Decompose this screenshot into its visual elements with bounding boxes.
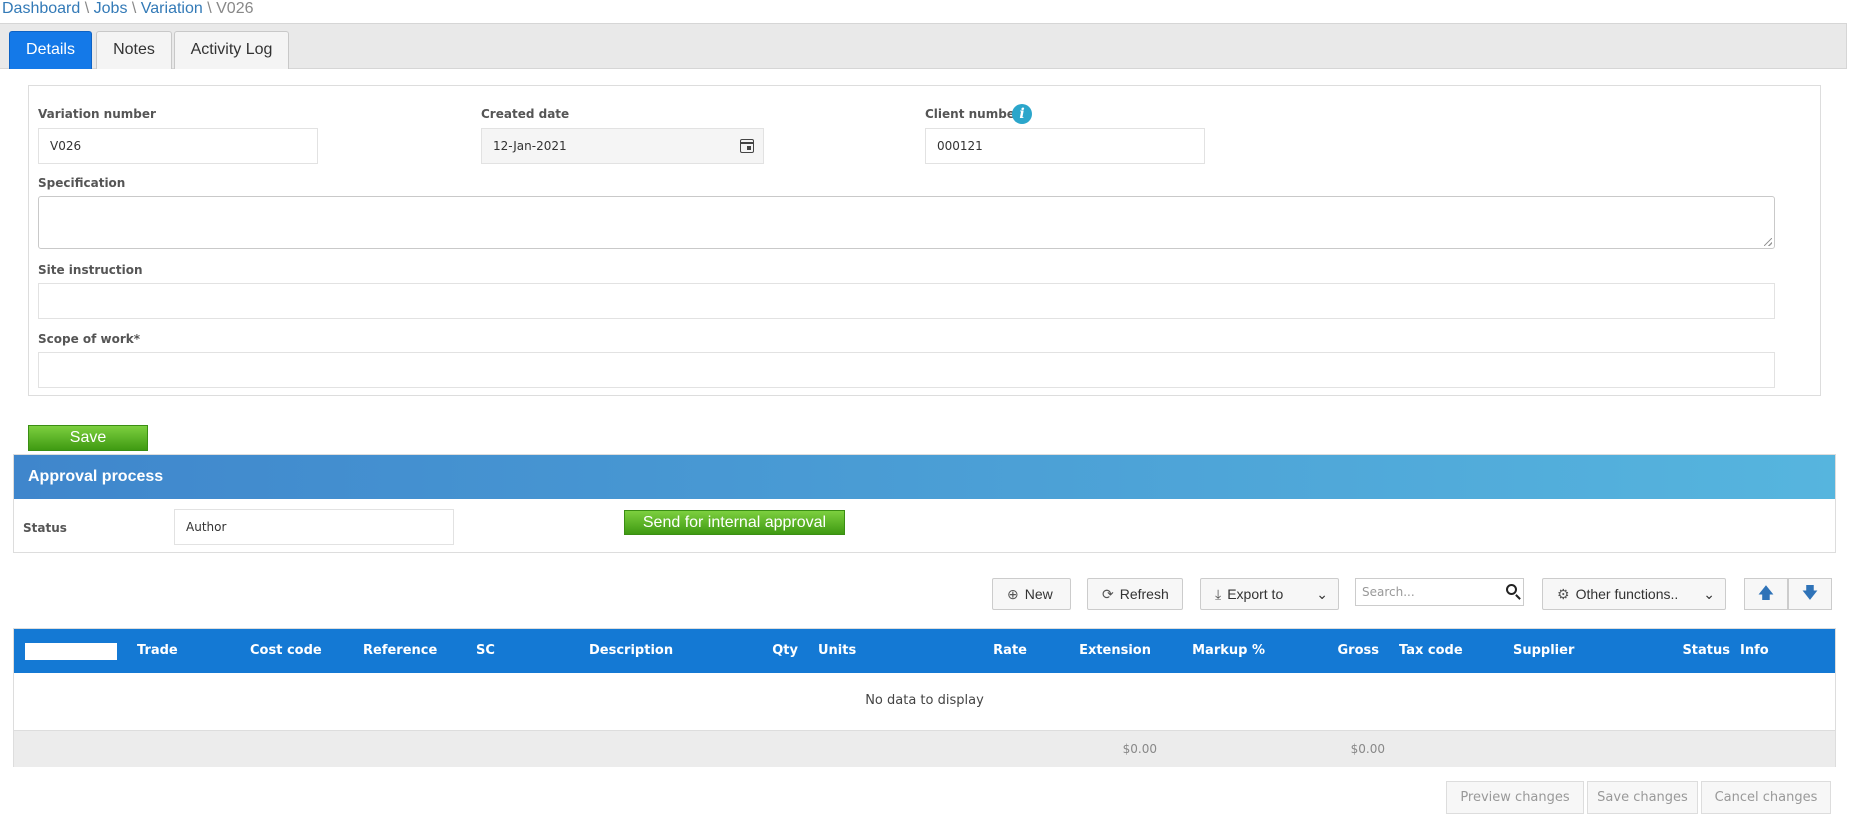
site-instruction-label: Site instruction <box>38 263 143 277</box>
empty-message: No data to display <box>865 693 984 708</box>
variation-items-grid: Trade Cost code Reference SC Description… <box>13 628 1836 767</box>
scope-of-work-label: Scope of work* <box>38 332 141 346</box>
tab-activity-log[interactable]: Activity Log <box>174 31 289 69</box>
chevron-down-icon: ⌄ <box>1316 586 1328 602</box>
client-number-input[interactable]: 000121 <box>925 128 1205 164</box>
column-header-units[interactable]: Units <box>808 629 866 673</box>
column-header-sc[interactable]: SC <box>466 629 505 673</box>
grid-header: Trade Cost code Reference SC Description… <box>14 629 1835 673</box>
other-functions-label: Other functions.. <box>1575 586 1679 602</box>
breadcrumb-current: V026 <box>216 0 254 17</box>
tab-bar: Details Notes Activity Log <box>0 23 1847 69</box>
refresh-icon: ⟳ <box>1102 586 1114 602</box>
client-number-label: Client number <box>925 107 1021 121</box>
gears-icon: ⚙ <box>1557 586 1570 602</box>
created-date-label: Created date <box>481 107 570 121</box>
approval-title: Approval process <box>14 455 1835 499</box>
tab-notes[interactable]: Notes <box>96 31 172 69</box>
total-gross: $0.00 <box>1350 742 1385 756</box>
breadcrumb-separator: \ <box>84 0 90 17</box>
column-header-extension[interactable]: Extension <box>1038 629 1161 673</box>
specification-label: Specification <box>38 176 126 190</box>
grid-totals-row: $0.00 $0.00 <box>14 730 1835 767</box>
created-date-input[interactable]: 12-Jan-2021 <box>481 128 764 164</box>
arrow-down-icon: 🡇 <box>1801 585 1819 602</box>
breadcrumb-separator: \ <box>131 0 137 17</box>
other-functions-button[interactable]: ⚙ Other functions.. ⌄ <box>1542 578 1726 610</box>
specification-textarea[interactable] <box>38 196 1775 249</box>
column-header-cost-code[interactable]: Cost code <box>240 629 332 673</box>
refresh-button[interactable]: ⟳ Refresh <box>1087 578 1183 610</box>
calendar-icon[interactable] <box>740 139 754 153</box>
chevron-down-icon: ⌄ <box>1703 586 1715 602</box>
info-icon[interactable]: i <box>1012 104 1032 124</box>
variation-number-input[interactable]: V026 <box>38 128 318 164</box>
variation-number-label: Variation number <box>38 107 156 121</box>
search-placeholder: Search... <box>1362 585 1415 599</box>
search-input[interactable]: Search... <box>1355 578 1524 606</box>
breadcrumb-jobs-link[interactable]: Jobs <box>94 0 128 17</box>
scope-of-work-input[interactable] <box>38 352 1775 388</box>
tab-details[interactable]: Details <box>9 31 92 69</box>
column-header-markup[interactable]: Markup % <box>1152 629 1275 673</box>
details-form: Variation number V026 Created date 12-Ja… <box>28 85 1821 396</box>
preview-changes-button[interactable]: Preview changes <box>1446 781 1584 814</box>
column-header-rate[interactable]: Rate <box>924 629 1037 673</box>
cancel-changes-button[interactable]: Cancel changes <box>1701 781 1831 814</box>
status-input[interactable]: Author <box>174 509 454 545</box>
column-header-trade[interactable]: Trade <box>127 629 188 673</box>
new-button[interactable]: ⊕ New <box>992 578 1071 610</box>
column-header-supplier[interactable]: Supplier <box>1503 629 1584 673</box>
created-date-value: 12-Jan-2021 <box>493 139 567 153</box>
breadcrumb-variation-link[interactable]: Variation <box>141 0 203 17</box>
breadcrumb: Dashboard \ Jobs \ Variation \ V026 <box>2 0 254 20</box>
total-extension: $0.00 <box>1122 742 1157 756</box>
save-button[interactable]: Save <box>28 425 148 451</box>
move-up-button[interactable]: 🡅 <box>1744 578 1788 610</box>
select-all-checkbox[interactable] <box>25 643 117 660</box>
column-header-qty[interactable]: Qty <box>695 629 808 673</box>
column-header-reference[interactable]: Reference <box>353 629 447 673</box>
refresh-button-label: Refresh <box>1119 586 1169 602</box>
breadcrumb-dashboard-link[interactable]: Dashboard <box>2 0 80 17</box>
breadcrumb-separator: \ <box>207 0 212 17</box>
site-instruction-input[interactable] <box>38 283 1775 319</box>
column-header-tax-code[interactable]: Tax code <box>1389 629 1473 673</box>
plus-circle-icon: ⊕ <box>1007 586 1019 602</box>
resize-handle-icon[interactable] <box>1764 238 1772 246</box>
search-icon[interactable] <box>1506 584 1517 595</box>
column-header-description[interactable]: Description <box>579 629 683 673</box>
export-button[interactable]: ⤓ Export to ⌄ <box>1200 578 1339 610</box>
new-button-label: New <box>1024 586 1053 602</box>
status-label: Status <box>23 521 67 535</box>
approval-panel: Approval process Status Author Send for … <box>13 454 1836 553</box>
arrow-up-icon: 🡅 <box>1757 585 1775 602</box>
column-header-gross[interactable]: Gross <box>1266 629 1389 673</box>
download-icon: ⤓ <box>1215 586 1222 602</box>
move-down-button[interactable]: 🡇 <box>1788 578 1832 610</box>
save-changes-button[interactable]: Save changes <box>1587 781 1698 814</box>
column-header-status[interactable]: Status <box>1617 629 1740 673</box>
column-header-info[interactable]: Info <box>1730 629 1779 673</box>
send-for-approval-button[interactable]: Send for internal approval <box>624 510 845 535</box>
export-button-label: Export to <box>1227 586 1284 602</box>
